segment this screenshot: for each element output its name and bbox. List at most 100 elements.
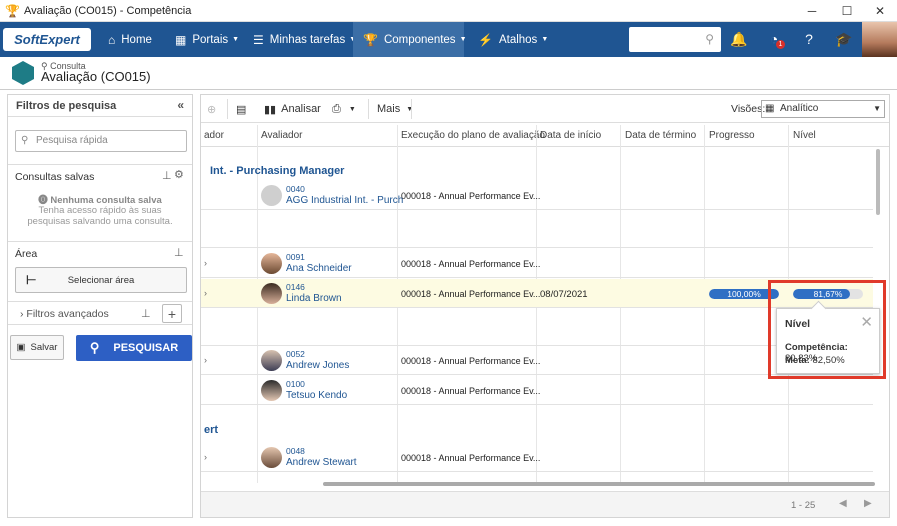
maximize-button[interactable]: ☐ (830, 0, 864, 22)
pin-icon[interactable]: ⊥ (162, 169, 172, 182)
quick-search-input[interactable]: ⚲ Pesquisa rápida (15, 130, 187, 152)
avatar (261, 380, 282, 401)
evaluator-name[interactable]: Andrew Stewart (286, 457, 357, 468)
minimize-button[interactable]: ─ (795, 0, 829, 22)
pin-icon[interactable]: ⊥ (174, 246, 184, 259)
nav-componentes-label: Componentes (383, 33, 456, 46)
chevron-down-icon: ▼ (348, 105, 356, 113)
nav-atalhos[interactable]: ⚡ Atalhos ▼ (468, 22, 558, 57)
prev-page-icon[interactable]: ◀ (839, 498, 847, 509)
plan-cell: 000018 - Annual Performance Ev... (401, 356, 541, 366)
nav-portais[interactable]: ▦ Portais ▼ (165, 22, 249, 57)
print-button[interactable]: ⎙ ▼ (332, 100, 356, 118)
alerts-badge: 1 (776, 40, 785, 49)
home-icon: ⌂ (108, 32, 116, 47)
column-header-evaluator[interactable]: Avaliador (261, 130, 303, 141)
evaluator-name[interactable]: AGG Industrial Int. - Purch (286, 195, 403, 206)
toolbar-divider (368, 99, 369, 119)
module-icon (12, 61, 34, 85)
nav-minhas-tarefas[interactable]: ☰ Minhas tarefas ▼ (243, 22, 366, 57)
group-header[interactable]: Int. - Purchasing Manager (210, 165, 344, 177)
advanced-filters-row[interactable]: › Filtros avançados ⊥ + (8, 301, 192, 325)
table-row[interactable]: › 0091 Ana Schneider 000018 - Annual Per… (201, 249, 873, 278)
column-header-start-date[interactable]: Data de início (540, 130, 601, 141)
target-icon[interactable]: ⊕ (207, 100, 216, 118)
trophy-icon: 🏆 (5, 3, 20, 18)
chevron-down-icon: ▼ (541, 36, 549, 43)
column-header-end-date[interactable]: Data de término (625, 130, 696, 141)
group-header (201, 211, 873, 248)
highlight-annotation-box (768, 280, 886, 379)
nav-home[interactable]: ⌂ Home (98, 22, 162, 57)
avatar (261, 350, 282, 371)
learning-button[interactable]: 🎓 (832, 27, 856, 51)
analyze-label: Analisar (281, 103, 321, 115)
avatar (261, 283, 282, 304)
close-window-button[interactable]: ✕ (863, 0, 897, 22)
more-button[interactable]: Mais ▼ (377, 100, 413, 118)
alerts-button[interactable]: ◔ 1 (762, 27, 786, 51)
search-button[interactable]: ⚲ PESQUISAR (76, 335, 192, 361)
vertical-scrollbar[interactable] (876, 149, 880, 215)
pagination-bar: 1 - 25 ◀ ▶ (201, 491, 889, 517)
horizontal-scrollbar[interactable] (323, 482, 875, 486)
grid-icon: ▦ (765, 103, 775, 114)
user-avatar[interactable] (862, 22, 897, 57)
evaluator-code: 0040 (286, 184, 305, 194)
plan-cell: 000018 - Annual Performance Ev... (401, 289, 541, 299)
start-date-cell: 08/07/2021 (540, 289, 588, 300)
evaluator-name[interactable]: Andrew Jones (286, 360, 349, 371)
tasks-icon: ☰ (253, 32, 264, 47)
help-button[interactable]: ? (797, 27, 821, 51)
window-title: Avaliação (CO015) - Competência (24, 4, 192, 17)
printer-icon: ⎙ (332, 102, 341, 115)
toolbar-divider (227, 99, 228, 119)
avatar (261, 253, 282, 274)
views-select[interactable]: ▦ Analítico ▼ (761, 100, 885, 118)
table-row[interactable]: › 0048 Andrew Stewart 000018 - Annual Pe… (201, 443, 873, 472)
collapse-panel-icon[interactable]: « (177, 98, 184, 112)
chart-icon: ▮▮ (264, 103, 277, 116)
chevron-down-icon: ▼ (232, 36, 240, 43)
next-page-icon[interactable]: ▶ (864, 498, 872, 509)
plan-cell: 000018 - Annual Performance Ev... (401, 191, 541, 201)
avatar (261, 185, 282, 206)
analyze-button[interactable]: ▮▮ Analisar (264, 100, 321, 118)
search-icon: ⚲ (21, 135, 29, 146)
select-area-button[interactable]: ⊢ Selecionar área (15, 267, 187, 293)
pin-icon[interactable]: ⊥ (141, 307, 151, 320)
add-filter-button[interactable]: + (162, 304, 182, 323)
toolbar-divider (411, 99, 412, 119)
select-area-label: Selecionar área (67, 274, 135, 286)
nav-tarefas-label: Minhas tarefas (269, 33, 346, 46)
column-header-plan[interactable]: Execução do plano de avaliação (401, 130, 545, 141)
column-header-level[interactable]: Nível (793, 130, 816, 141)
group-header[interactable]: ert (204, 424, 218, 436)
gear-icon[interactable]: ⚙ (174, 168, 184, 181)
evaluator-name[interactable]: Tetsuo Kendo (286, 390, 347, 401)
evaluator-name[interactable]: Ana Schneider (286, 263, 352, 274)
row-marker: › (204, 452, 207, 462)
notifications-bell-button[interactable]: 🔔 (727, 27, 751, 51)
nav-search-input[interactable]: ⚲ (629, 27, 721, 52)
column-header-evaluated[interactable]: ador (204, 130, 224, 141)
views-value: Analítico (780, 103, 819, 114)
softexpert-logo[interactable]: SoftExpert (3, 28, 91, 51)
table-row[interactable]: 0100 Tetsuo Kendo 000018 - Annual Perfor… (201, 376, 873, 405)
nav-componentes[interactable]: 🏆 Componentes ▼ (353, 22, 467, 57)
tree-icon: ⊢ (26, 273, 37, 287)
row-marker: › (204, 258, 207, 268)
quick-search-placeholder: Pesquisa rápida (36, 135, 108, 146)
evaluator-code: 0048 (286, 446, 305, 456)
plan-cell: 000018 - Annual Performance Ev... (401, 453, 541, 463)
preview-icon[interactable]: ▤ (236, 100, 246, 118)
table-row[interactable]: 0040 AGG Industrial Int. - Purch 000018 … (201, 181, 873, 210)
search-label: PESQUISAR (113, 342, 179, 354)
nav-portais-label: Portais (192, 33, 229, 46)
column-header-progress[interactable]: Progresso (709, 130, 755, 141)
save-query-button[interactable]: ▣ Salvar (10, 335, 64, 360)
page-title: Avaliação (CO015) (41, 69, 151, 84)
nav-home-label: Home (121, 33, 152, 46)
evaluator-code: 0052 (286, 349, 305, 359)
evaluator-name[interactable]: Linda Brown (286, 293, 342, 304)
